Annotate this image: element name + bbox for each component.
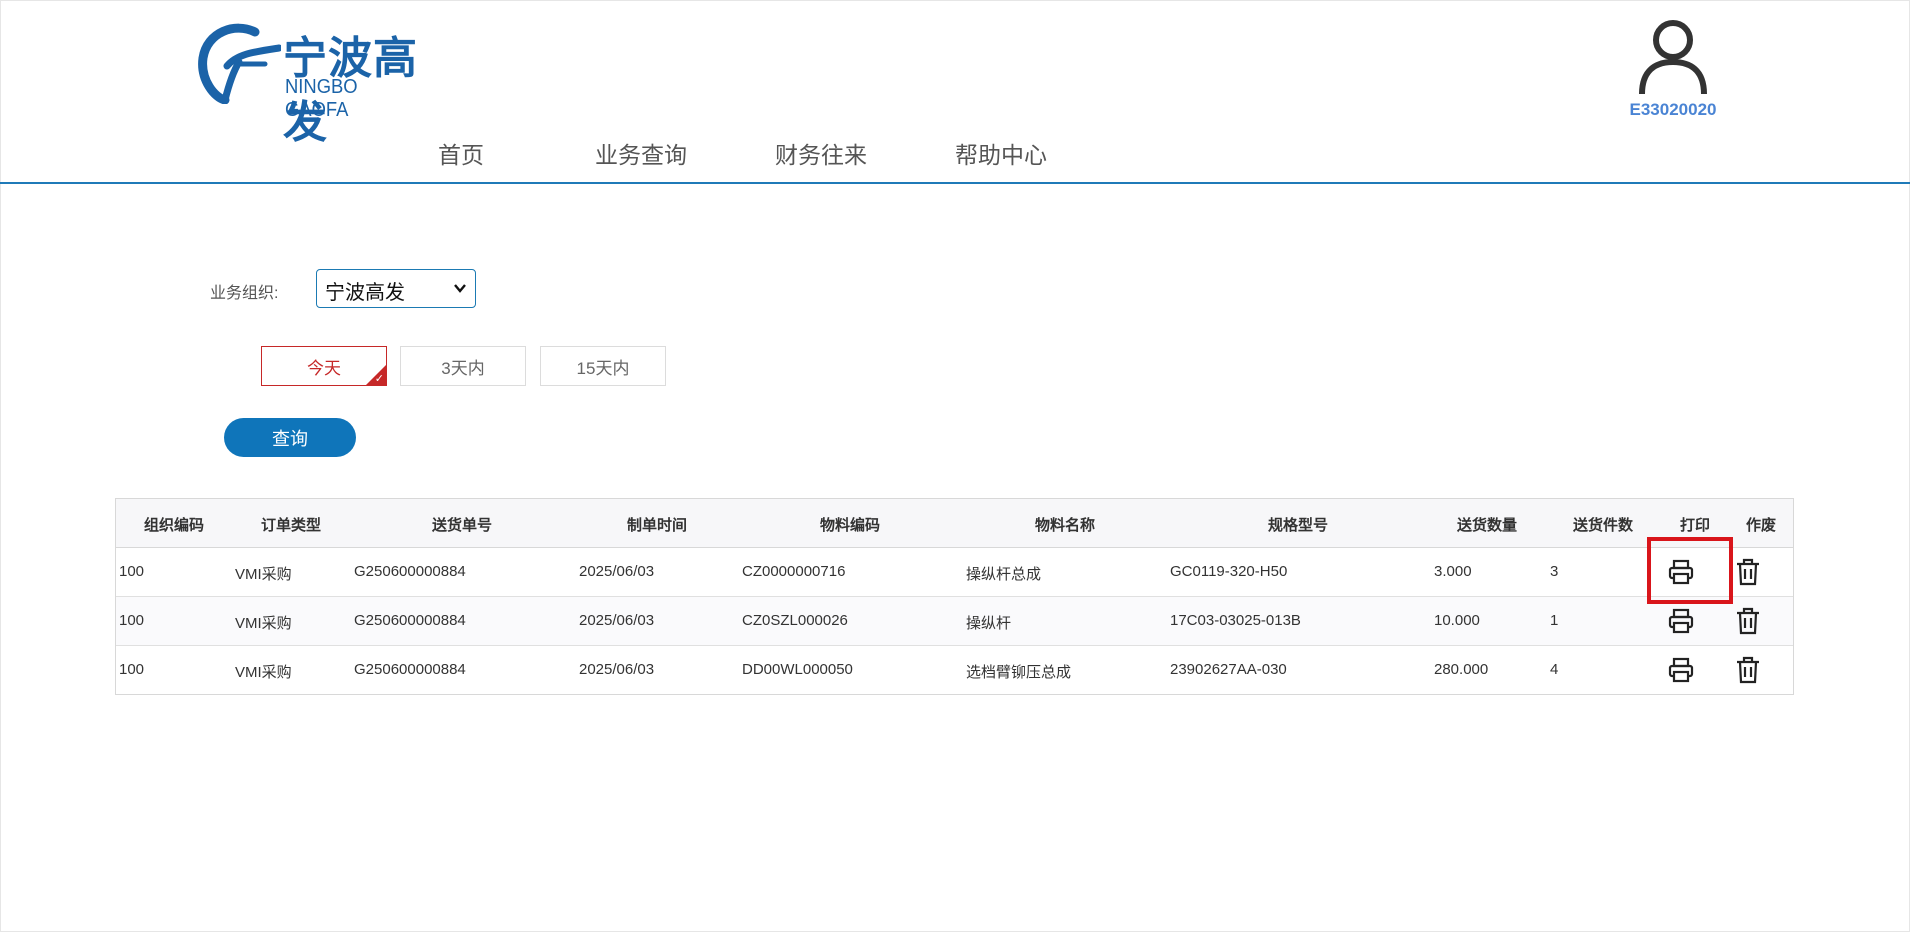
cell-delivery-qty: 10.000 bbox=[1434, 612, 1480, 629]
col-header-void: 作废 bbox=[1746, 517, 1777, 534]
col-header-delivery-pieces: 送货件数 bbox=[1573, 517, 1634, 534]
query-button[interactable]: 查询 bbox=[224, 418, 356, 457]
cell-material-name: 选档臂铆压总成 bbox=[966, 664, 1072, 681]
nav-item-finance[interactable]: 财务往来 bbox=[775, 136, 867, 170]
printer-icon bbox=[1668, 559, 1694, 585]
cell-spec-model: GC0119-320-H50 bbox=[1170, 563, 1288, 580]
cell-org-code: 100 bbox=[119, 563, 145, 580]
col-header-print: 打印 bbox=[1680, 517, 1711, 534]
org-selected-value: 宁波高发 bbox=[325, 280, 405, 304]
col-header-material-code: 物料编码 bbox=[820, 517, 881, 534]
col-header-delivery-no: 送货单号 bbox=[432, 517, 493, 534]
printer-icon bbox=[1668, 657, 1694, 683]
cell-material-code: DD00WL000050 bbox=[742, 661, 853, 678]
void-button[interactable] bbox=[1733, 606, 1763, 636]
col-header-order-type: 订单类型 bbox=[261, 517, 322, 534]
printer-icon bbox=[1668, 608, 1694, 634]
cell-order-type: VMI采购 bbox=[235, 664, 292, 681]
col-header-created-time: 制单时间 bbox=[627, 517, 688, 534]
cell-created-time: 2025/06/03 bbox=[579, 661, 655, 678]
col-header-material-name: 物料名称 bbox=[1035, 517, 1096, 534]
print-button[interactable] bbox=[1666, 655, 1696, 685]
chevron-down-icon bbox=[454, 284, 466, 293]
cell-delivery-no: G250600000884 bbox=[354, 661, 466, 678]
print-button[interactable] bbox=[1666, 557, 1696, 587]
nav-item-business-query[interactable]: 业务查询 bbox=[595, 136, 687, 170]
col-header-spec-model: 规格型号 bbox=[1268, 517, 1329, 534]
col-header-org-code: 组织编码 bbox=[144, 517, 205, 534]
cell-org-code: 100 bbox=[119, 612, 145, 629]
cell-material-name: 操纵杆 bbox=[966, 615, 1012, 632]
cell-delivery-pieces: 1 bbox=[1550, 612, 1559, 629]
range-3days-label: 3天内 bbox=[441, 358, 485, 378]
cell-created-time: 2025/06/03 bbox=[579, 612, 655, 629]
col-header-delivery-qty: 送货数量 bbox=[1457, 517, 1518, 534]
cell-delivery-no: G250600000884 bbox=[354, 563, 466, 580]
cell-org-code: 100 bbox=[119, 661, 145, 678]
main-nav: 首页 业务查询 财务往来 帮助中心 bbox=[0, 136, 1910, 172]
checkmark-icon: ✓ bbox=[374, 372, 384, 385]
cell-spec-model: 17C03-03025-013B bbox=[1170, 612, 1301, 629]
cell-delivery-pieces: 3 bbox=[1550, 563, 1559, 580]
brand-logo[interactable]: 宁波高发 NINGBO GAOFA bbox=[195, 18, 425, 148]
trash-icon bbox=[1737, 558, 1759, 586]
cell-material-code: CZ0000000716 bbox=[742, 563, 846, 580]
user-avatar-icon bbox=[1639, 20, 1707, 95]
range-3days-button[interactable]: 3天内 bbox=[400, 346, 526, 386]
void-button[interactable] bbox=[1733, 557, 1763, 587]
range-today-label: 今天 bbox=[307, 358, 341, 378]
table-row: 100 VMI采购 G250600000884 2025/06/03 CZ000… bbox=[116, 548, 1793, 597]
table-header: 组织编码 订单类型 送货单号 制单时间 物料编码 物料名称 规格型号 送货数量 … bbox=[116, 499, 1793, 548]
trash-icon bbox=[1737, 656, 1759, 684]
gaofa-logo-icon bbox=[198, 23, 281, 104]
range-15days-button[interactable]: 15天内 bbox=[540, 346, 666, 386]
brand-name-en: NINGBO GAOFA bbox=[285, 76, 358, 121]
range-today-button[interactable]: 今天 ✓ bbox=[261, 346, 387, 386]
header: 宁波高发 NINGBO GAOFA 首页 业务查询 财务往来 帮助中心 E330… bbox=[0, 0, 1910, 184]
cell-created-time: 2025/06/03 bbox=[579, 563, 655, 580]
cell-delivery-qty: 280.000 bbox=[1434, 661, 1489, 678]
user-menu[interactable]: E33020020 bbox=[1618, 18, 1728, 120]
org-label: 业务组织: bbox=[210, 285, 279, 302]
trash-icon bbox=[1737, 607, 1759, 635]
void-button[interactable] bbox=[1733, 655, 1763, 685]
org-select[interactable]: 宁波高发 bbox=[316, 269, 476, 308]
print-button[interactable] bbox=[1666, 606, 1696, 636]
range-15days-label: 15天内 bbox=[576, 358, 630, 378]
cell-material-name: 操纵杆总成 bbox=[966, 566, 1042, 583]
table-row: 100 VMI采购 G250600000884 2025/06/03 CZ0SZ… bbox=[116, 597, 1793, 646]
cell-material-code: CZ0SZL000026 bbox=[742, 612, 848, 629]
cell-order-type: VMI采购 bbox=[235, 566, 292, 583]
cell-delivery-qty: 3.000 bbox=[1434, 563, 1472, 580]
delivery-table: 组织编码 订单类型 送货单号 制单时间 物料编码 物料名称 规格型号 送货数量 … bbox=[115, 498, 1794, 695]
cell-delivery-no: G250600000884 bbox=[354, 612, 466, 629]
user-id: E33020020 bbox=[1629, 100, 1717, 119]
nav-item-help-center[interactable]: 帮助中心 bbox=[955, 136, 1047, 170]
cell-delivery-pieces: 4 bbox=[1550, 661, 1559, 678]
cell-spec-model: 23902627AA-030 bbox=[1170, 661, 1287, 678]
nav-item-home[interactable]: 首页 bbox=[438, 136, 484, 170]
cell-order-type: VMI采购 bbox=[235, 615, 292, 632]
table-row: 100 VMI采购 G250600000884 2025/06/03 DD00W… bbox=[116, 646, 1793, 694]
